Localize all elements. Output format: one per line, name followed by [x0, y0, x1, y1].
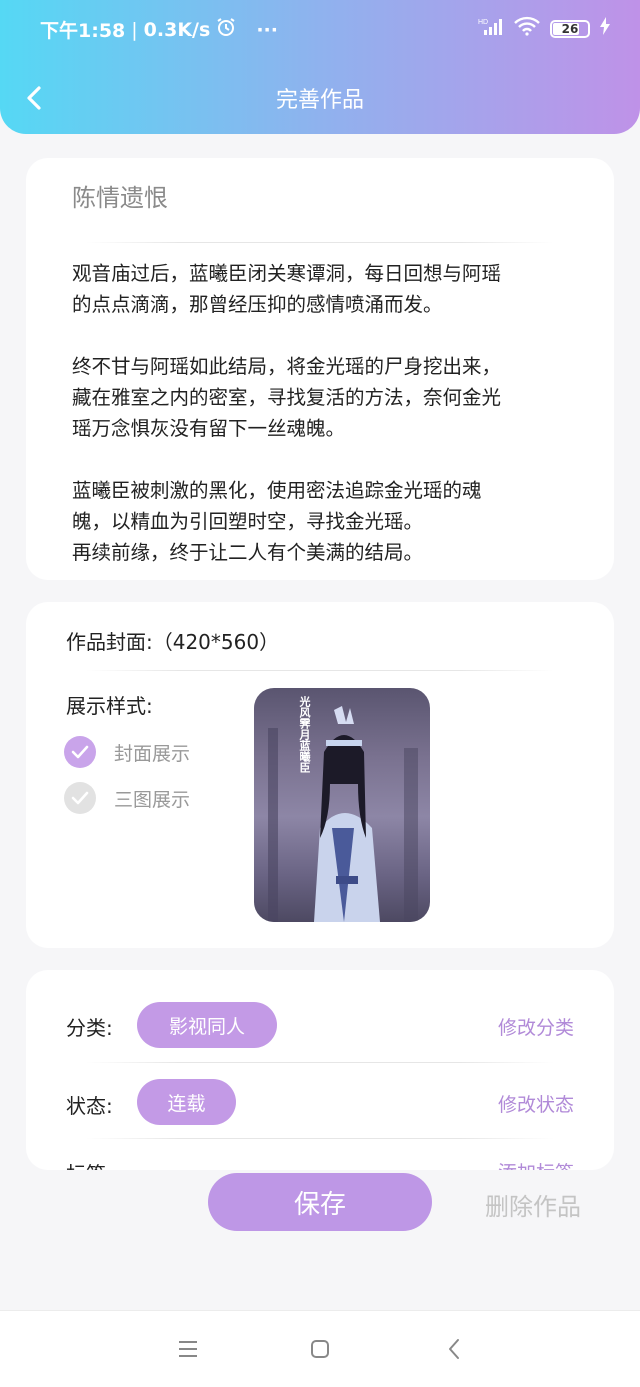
cover-label: 作品封面:（420*560） [66, 630, 280, 654]
more-notifications-icon: ··· [256, 18, 278, 41]
home-square-icon [311, 1340, 329, 1358]
delete-work-button[interactable]: 删除作品 [485, 1187, 581, 1222]
signal-icon: HD [478, 16, 504, 41]
option-three-image-display[interactable]: 三图展示 [64, 782, 190, 814]
charging-icon [600, 17, 610, 40]
status-separator: | [131, 18, 138, 41]
status-value-badge: 连载 [137, 1079, 236, 1125]
add-tag-link[interactable]: 添加标签 [498, 1158, 574, 1170]
status-bar: 下午1:58 | 0.3K/s ··· HD 26 [0, 0, 640, 56]
checkmark-icon [64, 736, 96, 768]
category-value-badge: 影视同人 [137, 1002, 277, 1048]
edit-category-link[interactable]: 修改分类 [498, 1013, 574, 1040]
network-speed: 0.3K/s [143, 18, 211, 41]
back-nav-button[interactable] [442, 1337, 466, 1361]
status-label: 状态: [66, 1094, 113, 1118]
option-cover-display[interactable]: 封面展示 [64, 736, 190, 768]
work-content-card: 陈情遗恨 观音庙过后，蓝曦臣闭关寒谭洞，每日回想与阿瑶 的点点滴滴，那曾经压抑的… [26, 158, 614, 580]
menu-nav-button[interactable] [176, 1337, 200, 1361]
description-paragraph: 观音庙过后，蓝曦臣闭关寒谭洞，每日回想与阿瑶 的点点滴滴，那曾经压抑的感情喷涌而… [72, 262, 502, 316]
battery-level: 26 [561, 21, 579, 36]
cover-image[interactable]: 光风霁月蓝曦臣 [254, 688, 430, 922]
save-button[interactable]: 保存 [208, 1173, 432, 1231]
cover-image-caption: 光风霁月蓝曦臣 [298, 696, 311, 773]
home-nav-button[interactable] [308, 1337, 332, 1361]
status-time: 下午1:58 [40, 20, 126, 42]
status-left: 下午1:58 | 0.3K/s ··· [40, 16, 278, 43]
category-label: 分类: [66, 1016, 113, 1040]
option-label: 封面展示 [114, 742, 191, 765]
wifi-icon [514, 16, 540, 41]
meta-card: 分类: 影视同人 修改分类 状态: 连载 修改状态 标签: 添加标签 [26, 970, 614, 1170]
edit-status-link[interactable]: 修改状态 [498, 1090, 574, 1117]
system-nav-bar [0, 1310, 640, 1387]
display-style-label: 展示样式: [66, 694, 153, 718]
category-divider [86, 1062, 554, 1063]
status-right: HD 26 [478, 16, 610, 41]
description-paragraph: 蓝曦臣被刺激的黑化，使用密法追踪金光瑶的魂 魄，以精血为引回塑时空，寻找金光瑶。… [72, 479, 482, 564]
option-label: 三图展示 [114, 788, 191, 811]
app-header: 下午1:58 | 0.3K/s ··· HD 26 完善作品 [0, 0, 640, 134]
work-title-field[interactable]: 陈情遗恨 [72, 178, 168, 213]
title-row: 完善作品 [0, 70, 640, 126]
cover-card: 作品封面:（420*560） 展示样式: 封面展示 三图展示 光风霁月蓝曦臣 [26, 602, 614, 948]
title-divider [86, 242, 554, 243]
status-divider [86, 1138, 554, 1139]
svg-text:HD: HD [478, 19, 488, 26]
alarm-icon [216, 17, 236, 42]
page-title: 完善作品 [275, 88, 364, 113]
back-triangle-icon [449, 1339, 459, 1359]
battery-icon: 26 [550, 19, 590, 38]
tags-label: 标签: [66, 1158, 113, 1170]
work-description-field[interactable]: 观音庙过后，蓝曦臣闭关寒谭洞，每日回想与阿瑶 的点点滴滴，那曾经压抑的感情喷涌而… [72, 258, 572, 568]
description-paragraph: 终不甘与阿瑶如此结局，将金光瑶的尸身挖出来， 藏在雅室之内的密室，寻找复活的方法… [72, 355, 502, 440]
cover-divider [86, 670, 554, 671]
menu-icon [179, 1341, 197, 1357]
checkmark-icon [64, 782, 96, 814]
